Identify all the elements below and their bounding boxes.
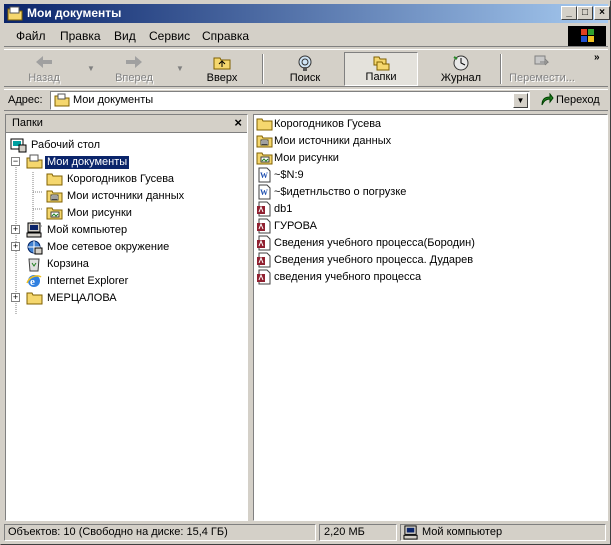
access-db-icon bbox=[256, 269, 273, 288]
my-documents-icon bbox=[54, 93, 70, 110]
history-button[interactable]: Журнал bbox=[428, 52, 494, 86]
forward-button[interactable]: Вперед bbox=[102, 52, 166, 86]
back-button[interactable]: Назад bbox=[12, 52, 76, 86]
go-button[interactable]: Переход bbox=[538, 92, 606, 109]
file-list: Корогодников Гусева Мои источники данных… bbox=[253, 114, 608, 521]
tree-expand-toggle[interactable]: + bbox=[11, 225, 20, 234]
address-input[interactable]: Мои документы ▼ bbox=[50, 91, 530, 110]
standard-toolbar: Назад ▼ Вперед ▼ Вверх Поиск Папки Журна… bbox=[4, 49, 608, 87]
folders-pane-title: Папки bbox=[12, 117, 43, 129]
go-arrow-icon bbox=[540, 92, 554, 110]
menu-tools[interactable]: Сервис bbox=[149, 29, 190, 43]
back-arrow-icon bbox=[34, 54, 54, 73]
maximize-button[interactable]: □ bbox=[577, 6, 593, 20]
explorer-window: Мои документы _ □ × Файл Правка Вид Серв… bbox=[0, 0, 611, 545]
forward-dropdown-icon[interactable]: ▼ bbox=[176, 64, 184, 73]
tree-expand-toggle[interactable]: + bbox=[11, 242, 20, 251]
tree-collapse-toggle[interactable]: − bbox=[11, 157, 20, 166]
menu-help[interactable]: Справка bbox=[202, 29, 249, 43]
svg-text:W: W bbox=[260, 188, 268, 197]
folders-pane-close-button[interactable]: × bbox=[234, 115, 242, 130]
minimize-button[interactable]: _ bbox=[561, 6, 577, 20]
address-bar: Адрес: Мои документы ▼ Переход bbox=[4, 89, 608, 111]
desktop-icon bbox=[10, 137, 27, 156]
up-button[interactable]: Вверх bbox=[190, 52, 254, 86]
folders-button[interactable]: Папки bbox=[344, 52, 418, 86]
forward-arrow-icon bbox=[124, 54, 144, 73]
status-location: Мой компьютер bbox=[400, 524, 606, 541]
status-size: 2,20 МБ bbox=[319, 524, 397, 541]
address-label: Адрес: bbox=[8, 94, 43, 106]
close-button[interactable]: × bbox=[594, 6, 610, 20]
tree-expand-toggle[interactable]: + bbox=[11, 293, 20, 302]
folder-icon bbox=[26, 290, 43, 309]
address-dropdown-button[interactable]: ▼ bbox=[513, 93, 528, 108]
svg-text:W: W bbox=[260, 171, 268, 180]
up-folder-icon bbox=[212, 54, 232, 73]
title-bar[interactable]: Мои документы _ □ × bbox=[4, 4, 610, 23]
address-value: Мои документы bbox=[73, 94, 154, 106]
my-documents-icon bbox=[26, 154, 43, 173]
toolbar-separator bbox=[262, 54, 264, 84]
search-button[interactable]: Поиск bbox=[272, 52, 338, 86]
menu-file[interactable]: Файл bbox=[16, 29, 46, 43]
toolbar-separator bbox=[500, 54, 502, 84]
folders-pane: Папки × Рабочий стол − Мои документы Кор… bbox=[5, 114, 248, 521]
folder-icon bbox=[7, 6, 23, 21]
back-dropdown-icon[interactable]: ▼ bbox=[87, 64, 95, 73]
move-to-icon bbox=[532, 54, 552, 73]
move-to-button[interactable]: Перемести... bbox=[506, 52, 578, 86]
window-title: Мои документы bbox=[27, 6, 122, 20]
status-bar: Объектов: 10 (Свободно на диске: 15,4 ГБ… bbox=[4, 523, 608, 542]
menu-bar: Файл Правка Вид Сервис Справка bbox=[4, 25, 608, 47]
pictures-folder-icon bbox=[46, 205, 63, 224]
windows-logo-icon bbox=[568, 26, 606, 46]
menu-view[interactable]: Вид bbox=[114, 29, 136, 43]
folders-pane-header: Папки × bbox=[6, 115, 247, 133]
menu-edit[interactable]: Правка bbox=[60, 29, 101, 43]
go-label: Переход bbox=[556, 94, 600, 106]
toolbar-overflow-icon[interactable]: » bbox=[594, 52, 600, 63]
my-computer-icon bbox=[403, 525, 419, 543]
status-objects: Объектов: 10 (Свободно на диске: 15,4 ГБ… bbox=[4, 524, 316, 541]
